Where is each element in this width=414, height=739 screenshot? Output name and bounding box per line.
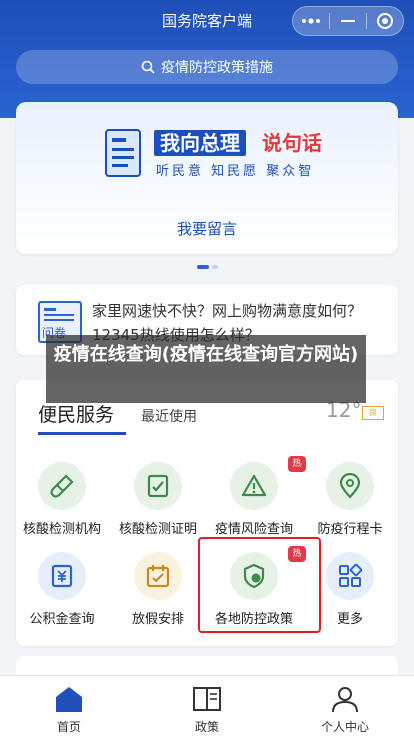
tab-services[interactable]: 便民服务 bbox=[38, 400, 114, 427]
minimize-button[interactable] bbox=[330, 7, 366, 35]
service-label: 核酸检测证明 bbox=[118, 522, 197, 537]
user-icon bbox=[332, 687, 358, 713]
service-travel-card[interactable]: 防疫行程卡 bbox=[302, 462, 398, 537]
tab-recent[interactable]: 最近使用 bbox=[141, 406, 197, 426]
header: 国务院客户端 疫情防控政策措施 bbox=[0, 0, 414, 118]
service-label: 疫情风险查询 bbox=[214, 522, 293, 537]
mini-program-capsule bbox=[292, 6, 404, 36]
service-risk-query[interactable]: 热 疫情风险查询 bbox=[206, 456, 306, 537]
yuan-document-icon bbox=[51, 564, 73, 588]
bottom-tab-bar: 首页 政策 个人中心 bbox=[0, 675, 414, 739]
feedback-banner[interactable]: 我向总理 说句话 听民意 知民愿 聚众智 我要留言 bbox=[16, 102, 398, 254]
banner-pagination bbox=[197, 265, 221, 269]
service-label: 核酸检测机构 bbox=[22, 522, 101, 537]
test-tube-icon bbox=[50, 474, 74, 498]
search-icon bbox=[141, 60, 155, 74]
more-dots-button[interactable] bbox=[293, 7, 329, 35]
certificate-icon bbox=[147, 474, 169, 498]
service-housing-fund[interactable]: 公积金查询 bbox=[14, 552, 110, 627]
target-close-icon bbox=[377, 13, 393, 29]
banner-subtitle: 听民意 知民愿 聚众智 bbox=[156, 164, 315, 179]
document-icon bbox=[105, 129, 141, 177]
tab-label: 首页 bbox=[56, 720, 81, 734]
tab-active-indicator bbox=[38, 432, 126, 435]
service-label: 防疫行程卡 bbox=[317, 522, 383, 537]
more-dots-icon bbox=[302, 18, 320, 24]
close-button[interactable] bbox=[367, 7, 403, 35]
service-holiday[interactable]: 放假安排 bbox=[110, 552, 206, 627]
service-test-institutions[interactable]: 核酸检测机构 bbox=[14, 462, 110, 537]
warning-icon bbox=[241, 474, 267, 497]
tab-label: 政策 bbox=[194, 720, 219, 734]
grid-apps-icon bbox=[339, 564, 362, 587]
tab-home[interactable]: 首页 bbox=[0, 676, 138, 739]
watermark-overlay: 疫情在线查询(疫情在线查询官方网站) bbox=[46, 335, 366, 403]
calendar-icon bbox=[146, 565, 170, 588]
tab-policy[interactable]: 政策 bbox=[138, 676, 276, 739]
air-quality-badge: 良 bbox=[362, 406, 384, 420]
tab-profile[interactable]: 个人中心 bbox=[276, 676, 414, 739]
banner-title-a: 我向总理 bbox=[154, 130, 246, 156]
book-icon bbox=[193, 687, 221, 711]
minus-icon bbox=[341, 20, 355, 22]
highlight-frame bbox=[198, 537, 321, 633]
tab-label: 个人中心 bbox=[320, 720, 369, 734]
banner-title-b: 说句话 bbox=[262, 131, 322, 155]
service-test-certificate[interactable]: 核酸检测证明 bbox=[110, 462, 206, 537]
service-label: 公积金查询 bbox=[29, 612, 95, 627]
search-placeholder: 疫情防控政策措施 bbox=[161, 60, 273, 76]
search-bar[interactable]: 疫情防控政策措施 bbox=[16, 50, 398, 84]
service-label: 放假安排 bbox=[131, 612, 184, 627]
home-icon bbox=[56, 687, 82, 712]
location-pin-icon bbox=[339, 473, 361, 499]
leave-message-link[interactable]: 我要留言 bbox=[16, 218, 398, 239]
